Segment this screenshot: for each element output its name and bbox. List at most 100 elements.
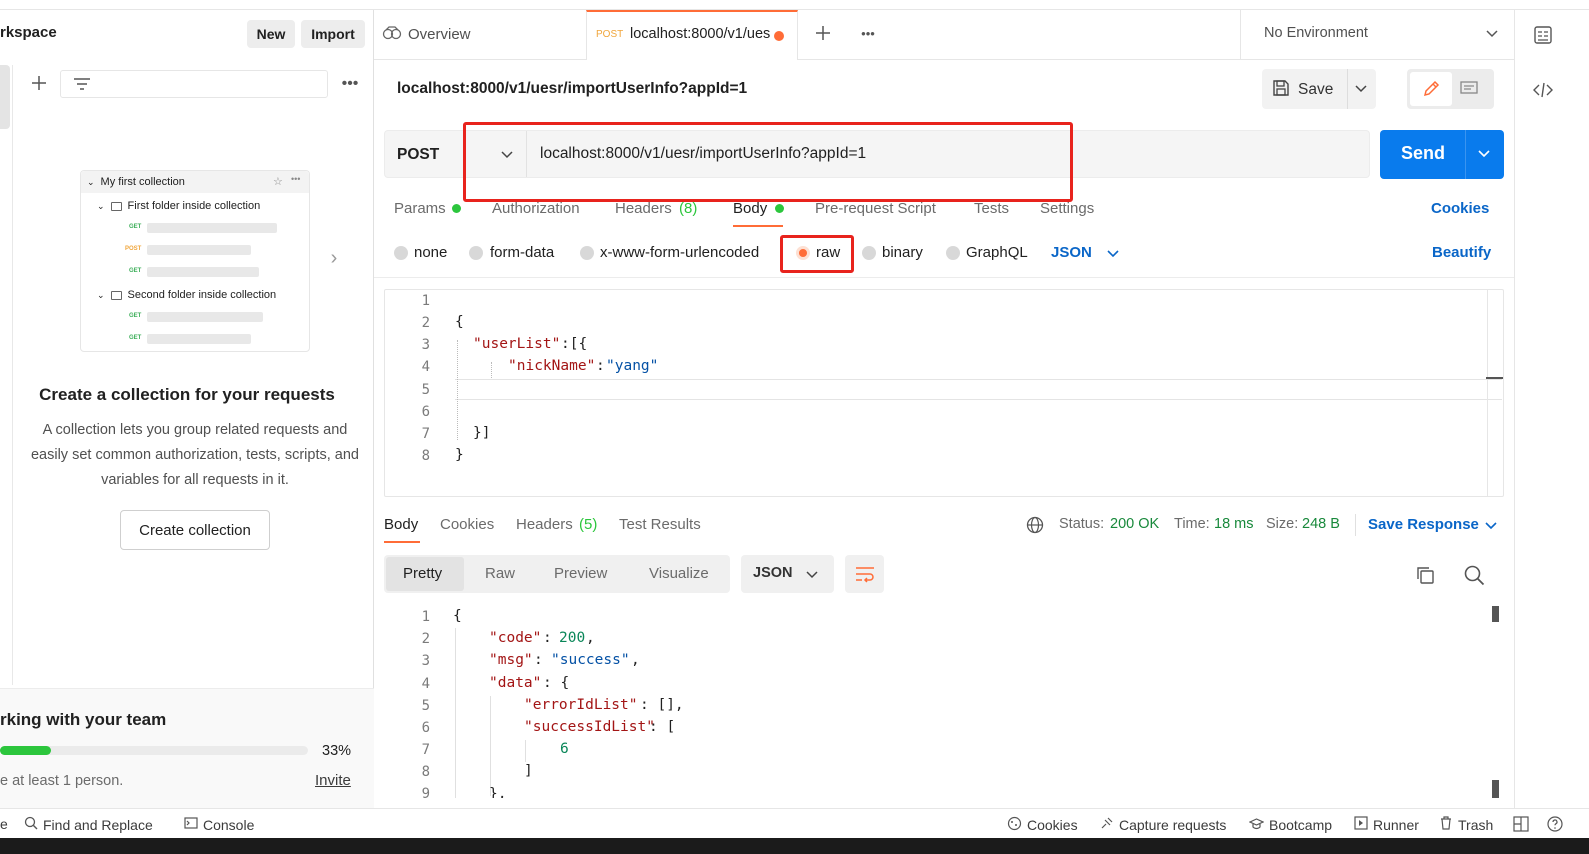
tab-more-icon[interactable]: ••• [856, 24, 880, 42]
create-collection-button[interactable]: Create collection [120, 510, 270, 550]
cookies-link[interactable]: Cookies [1431, 200, 1489, 217]
response-scrollbar-thumb[interactable] [1492, 780, 1499, 798]
size-value[interactable]: 248 B [1302, 516, 1340, 532]
line-number: 2 [421, 631, 430, 647]
tab-pre-request-script[interactable]: Pre-request Script [815, 200, 936, 217]
response-tab-test-results[interactable]: Test Results [619, 516, 701, 533]
two-pane-toggle-icon[interactable] [1513, 816, 1529, 832]
team-description: e at least 1 person. [0, 773, 124, 789]
view-visualize[interactable]: Visualize [649, 565, 709, 582]
right-rail [1514, 10, 1589, 808]
bootcamp-label: Bootcamp [1269, 817, 1333, 833]
tab-headers[interactable]: Headers [615, 200, 672, 217]
code-token: }] [473, 425, 491, 441]
team-progress-fill [0, 746, 51, 755]
view-pretty[interactable]: Pretty [403, 565, 442, 582]
comment-icon[interactable] [1459, 80, 1479, 101]
illus-collection-name: My first collection [100, 176, 185, 188]
radio-x-www-form-urlencoded[interactable] [580, 246, 594, 260]
bootcamp-button[interactable]: Bootcamp [1248, 816, 1333, 834]
runner-label: Runner [1373, 816, 1419, 833]
radio-binary[interactable] [862, 246, 876, 260]
cookie-icon [1007, 816, 1022, 834]
save-button[interactable]: Save [1272, 79, 1333, 100]
code-token: : [], [640, 697, 684, 713]
trash-button[interactable]: Trash [1439, 816, 1493, 833]
annotation-url-highlight [463, 122, 1073, 202]
new-button[interactable]: New [247, 20, 295, 48]
time-value[interactable]: 18 ms [1214, 516, 1254, 532]
indent-guide [491, 362, 492, 378]
tab-settings[interactable]: Settings [1040, 200, 1094, 217]
view-raw[interactable]: Raw [485, 565, 515, 582]
code-token: { [455, 314, 464, 330]
radio-form-data[interactable] [469, 246, 483, 260]
radio-graphql[interactable] [946, 246, 960, 260]
tab-body[interactable]: Body [733, 200, 767, 217]
code-token: : [596, 358, 605, 374]
tab-bar [374, 10, 1240, 60]
tab-authorization[interactable]: Authorization [492, 200, 580, 217]
method-selector[interactable]: POST [397, 146, 439, 164]
body-format-selector[interactable]: JSON [1051, 244, 1092, 261]
runner-button[interactable]: Runner [1354, 816, 1419, 833]
time-label: Time: [1174, 516, 1210, 532]
beautify-link[interactable]: Beautify [1432, 244, 1491, 261]
chevron-down-icon[interactable] [1484, 519, 1498, 531]
code-icon[interactable] [1532, 79, 1554, 101]
import-button[interactable]: Import [301, 20, 365, 48]
help-icon[interactable] [1547, 816, 1563, 832]
find-replace-button[interactable]: Find and Replace [24, 816, 153, 833]
line-number: 3 [421, 653, 430, 669]
sidebar-nav-rail[interactable] [0, 65, 10, 129]
editor-scroll-marker[interactable] [1486, 377, 1503, 379]
body-type-none: none [414, 244, 448, 261]
active-line-highlight [455, 379, 1502, 400]
more-icon: ••• [291, 174, 301, 184]
wrap-lines-button[interactable] [845, 555, 884, 593]
invite-link[interactable]: Invite [315, 772, 351, 789]
status-value[interactable]: 200 OK [1110, 516, 1159, 532]
response-tab-headers[interactable]: Headers [516, 516, 573, 533]
code-token: "errorIdList" [524, 697, 638, 713]
edit-mode-button[interactable] [1410, 72, 1452, 106]
save-dropdown-icon[interactable] [1353, 81, 1369, 97]
send-dropdown-icon[interactable] [1476, 147, 1492, 161]
save-response-button[interactable]: Save Response [1368, 516, 1479, 533]
illus-method-get: GET [129, 335, 142, 341]
response-tab-cookies[interactable]: Cookies [440, 516, 494, 533]
response-scrollbar-top[interactable] [1492, 606, 1499, 622]
chevron-down-icon[interactable] [1106, 247, 1120, 259]
radio-none[interactable] [394, 246, 408, 260]
status-label: Status: [1059, 516, 1105, 532]
response-tab-body[interactable]: Body [384, 516, 418, 533]
environment-label: No Environment [1264, 25, 1368, 41]
request-title[interactable]: localhost:8000/v1/uesr/importUserInfo?ap… [397, 80, 747, 98]
copy-icon[interactable] [1414, 564, 1436, 589]
code-token: } [455, 447, 464, 463]
chevron-right-icon[interactable]: › [326, 247, 342, 269]
statusbar-left-cut[interactable]: e [0, 816, 8, 832]
console-button[interactable]: Console [184, 816, 254, 833]
tab-overview[interactable]: Overview [382, 25, 471, 44]
chevron-down-icon: ⌄ [97, 200, 105, 211]
tab-params[interactable]: Params [394, 200, 446, 217]
view-preview[interactable]: Preview [554, 565, 607, 582]
code-token: :[{ [561, 336, 588, 352]
capture-requests-button[interactable]: Capture requests [1099, 816, 1226, 834]
code-token: 6 [560, 741, 569, 757]
indent-guide [457, 340, 458, 440]
search-icon[interactable] [1463, 564, 1485, 589]
find-replace-label: Find and Replace [43, 816, 153, 833]
line-number: 7 [421, 742, 430, 758]
plus-icon[interactable] [28, 72, 50, 94]
globe-icon[interactable] [1026, 516, 1044, 537]
new-tab-plus-icon[interactable] [812, 22, 834, 44]
environment-quicklook-icon[interactable] [1532, 24, 1554, 46]
more-options-icon[interactable]: ••• [340, 74, 360, 94]
statusbar-cookies-button[interactable]: Cookies [1007, 816, 1078, 834]
chevron-down-icon[interactable] [1484, 26, 1500, 42]
line-number: 2 [421, 315, 430, 331]
tab-tests[interactable]: Tests [974, 200, 1009, 217]
filter-input[interactable] [60, 70, 328, 98]
